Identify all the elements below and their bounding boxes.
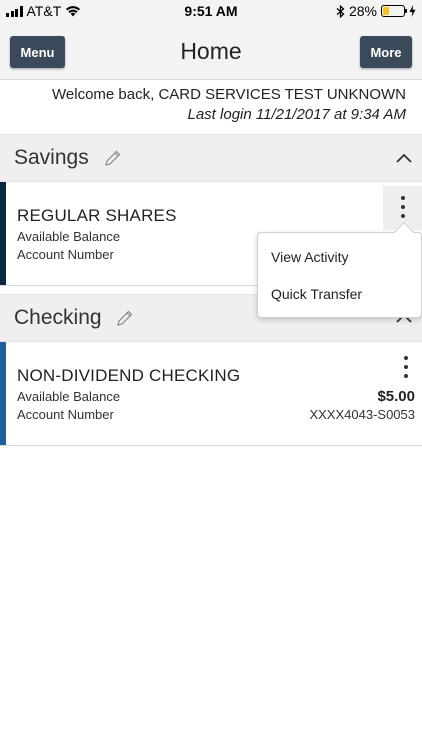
welcome-block: Welcome back, CARD SERVICES TEST UNKNOWN… [52,85,406,125]
account-number-label: Account Number [17,407,114,422]
account-actions-menu: View Activity Quick Transfer [257,222,422,318]
nav-bar: Menu Home More [0,22,422,80]
more-vertical-icon[interactable] [393,194,413,220]
page-title: Home [180,38,242,64]
available-balance-label: Available Balance [17,229,121,244]
chevron-up-icon[interactable] [396,153,412,163]
charging-icon [409,5,416,17]
available-balance-label: Available Balance [17,389,121,404]
section-title: Savings [14,146,89,169]
battery-percent: 28% [348,3,377,19]
bluetooth-icon [336,4,345,18]
savings-section-header[interactable]: Savings [0,134,422,182]
account-card-non-dividend-checking[interactable]: NON-DIVIDEND CHECKING Available Balance … [0,342,422,446]
menu-item-view-activity[interactable]: View Activity [271,249,349,265]
menu-item-quick-transfer[interactable]: Quick Transfer [271,286,362,302]
welcome-greeting: Welcome back, CARD SERVICES TEST UNKNOWN [52,86,406,103]
pencil-icon[interactable] [115,308,135,328]
account-accent-bar [0,342,6,445]
section-title: Checking [14,306,102,329]
account-name: NON-DIVIDEND CHECKING [17,366,241,385]
status-bar: AT&T 9:51 AM 28% [0,0,422,22]
battery-icon [381,5,407,17]
more-vertical-icon[interactable] [396,354,416,380]
status-right: 28% [336,3,416,19]
more-button[interactable]: More [360,36,412,68]
account-number-label: Account Number [17,247,114,262]
account-accent-bar [0,182,6,285]
pencil-icon[interactable] [103,148,123,168]
last-login-text: Last login 11/21/2017 at 9:34 AM [187,106,407,123]
account-number-value: XXXX4043-S0053 [309,407,415,422]
account-name: REGULAR SHARES [17,206,177,225]
available-balance-value: $5.00 [377,388,415,405]
